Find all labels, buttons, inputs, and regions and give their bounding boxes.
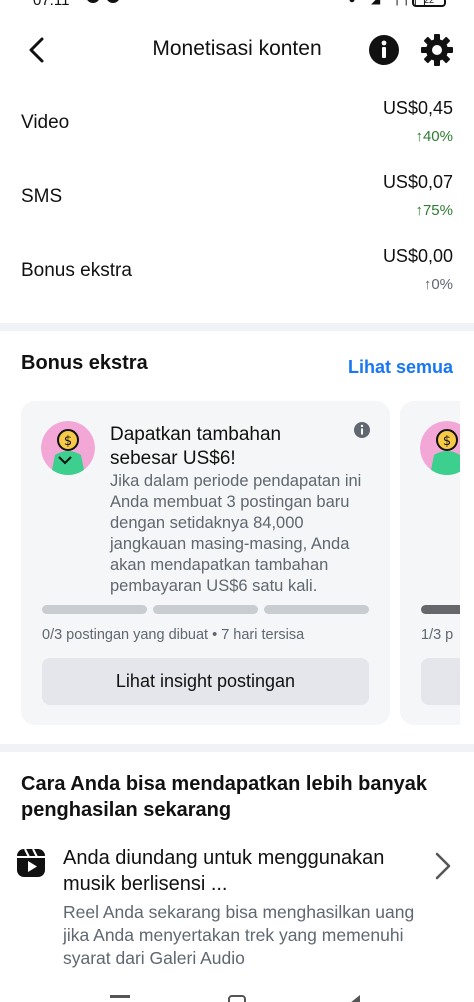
list-item-description: Reel Anda sekarang bisa menghasilkan uan… xyxy=(63,902,415,968)
reels-icon xyxy=(17,848,45,877)
bonus-section-title: Bonus ekstra xyxy=(21,352,148,374)
progress-segment xyxy=(421,605,460,614)
earnings-change: ↑75% xyxy=(415,202,453,219)
section-divider xyxy=(0,744,474,752)
earnings-row-video: Video US$0,45 ↑40% xyxy=(0,90,474,160)
more-earnings-title: Cara Anda bisa mendapatkan lebih banyak … xyxy=(21,773,428,821)
earnings-change: ↑40% xyxy=(415,128,453,145)
money-bag-illustration-icon: $ xyxy=(420,421,460,475)
bonus-card-next[interactable]: $ 1/3 p xyxy=(400,401,460,725)
progress-segment xyxy=(153,605,258,614)
see-all-link[interactable]: Lihat semua xyxy=(348,357,453,378)
earnings-change: ↑0% xyxy=(423,276,453,293)
recents-icon[interactable] xyxy=(110,995,130,998)
progress-segment xyxy=(42,605,147,614)
earnings-label: SMS xyxy=(21,186,63,207)
view-post-insights-button[interactable]: Lihat insight postingan xyxy=(42,658,369,705)
progress-segment xyxy=(264,605,369,614)
earnings-row-sms: SMS US$0,07 ↑75% xyxy=(0,164,474,234)
earnings-value: US$0,45 xyxy=(382,98,453,118)
status-time: 07.11 xyxy=(33,0,70,9)
earnings-label: Bonus ekstra xyxy=(21,260,132,281)
progress-status: 0/3 postingan yang dibuat • 7 hari tersi… xyxy=(42,627,305,643)
status-bar: 07.11 ● ◢ |||| 22 xyxy=(0,0,474,10)
info-icon[interactable] xyxy=(353,421,371,439)
svg-text:$: $ xyxy=(443,434,451,449)
battery-icon: 22 xyxy=(412,0,446,7)
bonus-card: $ Dapatkan tambahan sebesar US$6! Jika d… xyxy=(21,401,390,725)
page-title: Monetisasi konten xyxy=(152,37,322,60)
bonus-card-title: Dapatkan tambahan sebesar US$6! xyxy=(110,424,282,469)
section-divider xyxy=(0,323,474,331)
earnings-value: US$0,00 xyxy=(382,246,453,266)
chevron-right-icon[interactable] xyxy=(432,851,454,881)
progress-status: 1/3 p xyxy=(421,627,454,643)
top-bar: Monetisasi konten xyxy=(0,26,474,74)
money-bag-illustration-icon: $ xyxy=(41,421,95,475)
info-icon[interactable] xyxy=(368,34,400,66)
svg-text:$: $ xyxy=(64,434,72,449)
list-item-title: Anda diundang untuk menggunakan musik be… xyxy=(63,847,385,895)
notification-icons xyxy=(87,0,119,3)
earnings-label: Video xyxy=(21,112,70,133)
home-icon[interactable] xyxy=(228,995,246,1002)
gear-icon[interactable] xyxy=(420,33,454,67)
back-icon[interactable] xyxy=(350,995,360,1002)
bonus-card-description: Jika dalam periode pendapatan ini Anda m… xyxy=(110,472,362,595)
view-post-insights-button[interactable] xyxy=(421,658,460,705)
list-item-licensed-music[interactable]: Anda diundang untuk menggunakan musik be… xyxy=(0,843,474,973)
earnings-row-bonus: Bonus ekstra US$0,00 ↑0% xyxy=(0,238,474,308)
earnings-value: US$0,07 xyxy=(382,172,453,192)
system-nav-bar xyxy=(0,993,474,1002)
